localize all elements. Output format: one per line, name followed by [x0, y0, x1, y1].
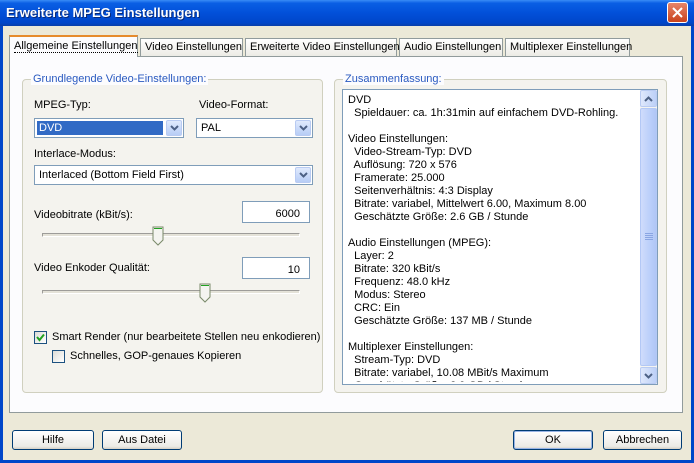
- chevron-down-icon: [644, 372, 653, 379]
- fast-gop-copy-checkbox[interactable]: [52, 350, 65, 363]
- close-button[interactable]: [667, 2, 688, 23]
- summary-line: Stream-Typ: DVD: [348, 354, 441, 366]
- dropdown-arrow[interactable]: [295, 167, 311, 183]
- summary-line: Geschätzte Größe: 137 MB / Stunde: [348, 315, 533, 327]
- mpeg-type-select[interactable]: DVD: [34, 118, 184, 138]
- video-bitrate-input[interactable]: [242, 201, 310, 223]
- dropdown-arrow[interactable]: [295, 120, 311, 136]
- encoder-quality-slider-thumb[interactable]: [199, 283, 211, 303]
- checkmark-icon: [36, 333, 45, 342]
- summary-line: Video Einstellungen:: [348, 133, 449, 145]
- smart-render-label[interactable]: Smart Render (nur bearbeitete Stellen ne…: [52, 331, 320, 343]
- title-bar[interactable]: Erweiterte MPEG Einstellungen: [0, 0, 694, 26]
- group-title: Grundlegende Video-Einstellungen:: [31, 73, 209, 85]
- video-bitrate-slider-thumb[interactable]: [152, 226, 164, 246]
- mpeg-type-value: DVD: [37, 121, 163, 135]
- help-button[interactable]: Hilfe: [12, 430, 94, 450]
- tab-video-einstellungen[interactable]: Video Einstellungen: [140, 38, 243, 56]
- summary-line: Audio Einstellungen (MPEG):: [348, 237, 492, 249]
- ok-button[interactable]: OK: [513, 430, 593, 450]
- interlace-mode-label: Interlace-Modus:: [34, 148, 116, 160]
- summary-line: Framerate: 25.000: [348, 172, 445, 184]
- tab-audio-einstellungen[interactable]: Audio Einstellungen: [399, 38, 503, 56]
- summary-line: Auflösung: 720 x 576: [348, 159, 457, 171]
- tab-multiplexer-einstellungen[interactable]: Multiplexer Einstellungen: [505, 38, 633, 56]
- scroll-up-button[interactable]: [640, 90, 657, 107]
- summary-line: Frequenz: 48.0 kHz: [348, 276, 451, 288]
- tab-label: Erweiterte Video Einstellungen: [250, 41, 400, 53]
- smart-render-checkbox[interactable]: [34, 331, 47, 344]
- tab-allgemeine-einstellungen[interactable]: Allgemeine Einstellungen: [9, 35, 138, 57]
- summary-line: Video-Stream-Typ: DVD: [348, 146, 472, 158]
- video-format-label: Video-Format:: [199, 99, 269, 111]
- tab-label: Audio Einstellungen: [404, 41, 502, 53]
- summary-textbox[interactable]: DVD Spieldauer: ca. 1h:31min auf einfach…: [342, 89, 658, 385]
- window-title: Erweiterte MPEG Einstellungen: [6, 5, 200, 20]
- encoder-quality-label: Video Enkoder Qualität:: [34, 262, 150, 274]
- scroll-down-button[interactable]: [640, 367, 657, 384]
- video-format-value: PAL: [201, 122, 221, 134]
- encoder-quality-slider-track[interactable]: [42, 290, 300, 294]
- interlace-mode-select[interactable]: Interlaced (Bottom Field First): [34, 165, 313, 185]
- summary-line: DVD: [348, 94, 372, 106]
- tab-label: Multiplexer Einstellungen: [510, 41, 633, 53]
- summary-line: Geschätzte Größe: 2.6 GB / Stunde: [348, 211, 529, 223]
- dropdown-arrow[interactable]: [166, 120, 182, 136]
- load-from-file-button[interactable]: Aus Datei: [102, 430, 182, 450]
- summary-line: Seitenverhältnis: 4:3 Display: [348, 185, 493, 197]
- cancel-button[interactable]: Abbrechen: [603, 430, 682, 450]
- summary-line: Layer: 2: [348, 250, 394, 262]
- interlace-mode-value: Interlaced (Bottom Field First): [39, 169, 184, 181]
- summary-line: Bitrate: variabel, Mittelwert 6.00, Maxi…: [348, 198, 587, 210]
- summary-line: Modus: Stereo: [348, 289, 426, 301]
- summary-line: [348, 120, 638, 133]
- scroll-thumb[interactable]: [640, 108, 657, 366]
- close-icon: [672, 7, 683, 18]
- summary-line: [348, 328, 638, 341]
- chevron-down-icon: [298, 125, 308, 131]
- tab-label: Video Einstellungen: [145, 41, 243, 53]
- summary-line: CRC: Ein: [348, 302, 400, 314]
- chevron-down-icon: [169, 125, 179, 131]
- summary-line: Bitrate: 320 kBit/s: [348, 263, 441, 275]
- encoder-quality-input[interactable]: [242, 257, 310, 279]
- summary-line: Spieldauer: ca. 1h:31min auf einfachem D…: [348, 107, 619, 119]
- chevron-down-icon: [298, 172, 308, 178]
- mpeg-type-label: MPEG-Typ:: [34, 99, 91, 111]
- chevron-up-icon: [644, 95, 653, 102]
- summary-line: Multiplexer Einstellungen:: [348, 341, 474, 353]
- tab-erweiterte-video-einstellungen[interactable]: Erweiterte Video Einstellungen: [245, 38, 400, 56]
- summary-scrollbar[interactable]: [640, 90, 657, 384]
- video-bitrate-slider-track[interactable]: [42, 233, 300, 237]
- fast-gop-copy-label[interactable]: Schnelles, GOP-genaues Kopieren: [70, 350, 241, 362]
- video-format-select[interactable]: PAL: [196, 118, 313, 138]
- summary-line: Geschätzte Größe: 2.9 GB / Stunde: [348, 380, 638, 382]
- video-bitrate-label: Videobitrate (kBit/s):: [34, 209, 133, 221]
- summary-line: [348, 224, 638, 237]
- summary-line: Bitrate: variabel, 10.08 MBit/s Maximum: [348, 367, 549, 379]
- group-title: Zusammenfassung:: [343, 73, 444, 85]
- summary-text: DVD Spieldauer: ca. 1h:31min auf einfach…: [348, 94, 638, 382]
- tab-label: Allgemeine Einstellungen: [14, 40, 138, 53]
